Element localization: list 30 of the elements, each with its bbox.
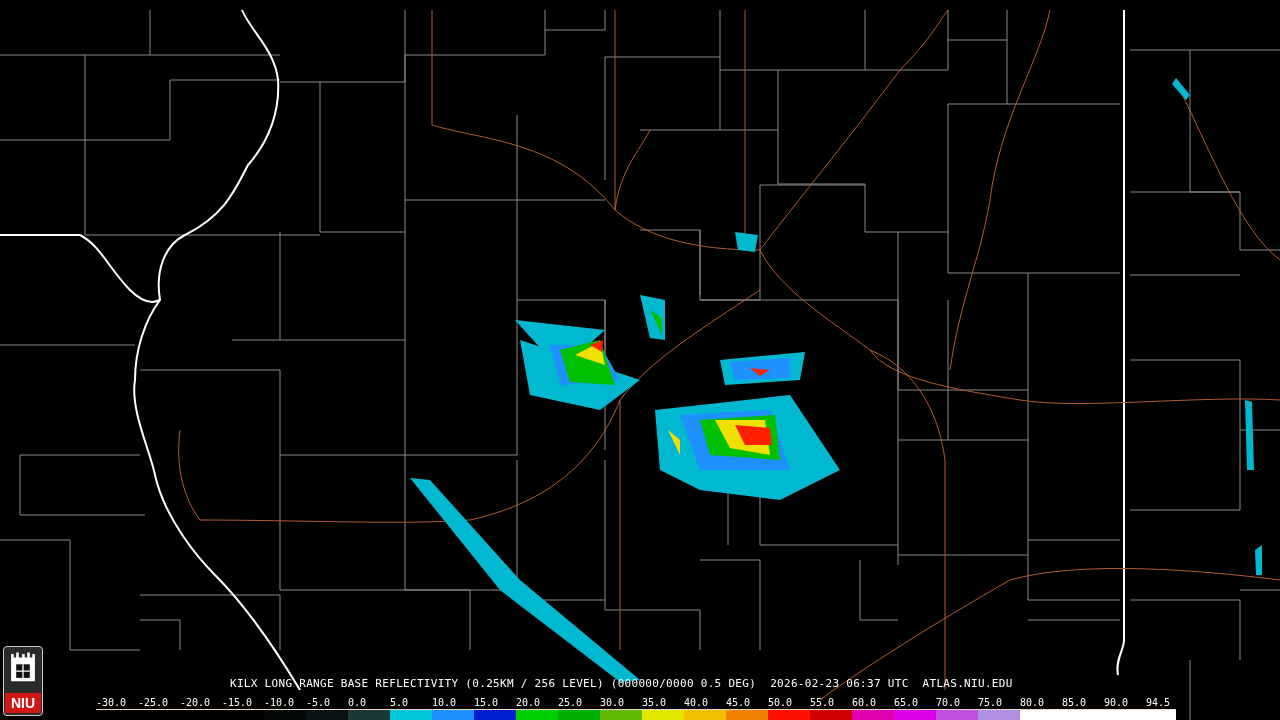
legend-label: 20.0 bbox=[516, 696, 542, 709]
product-title: KILX LONG RANGE BASE REFLECTIVITY (0.25KM / 256 LEVEL) (000000/0000 0.5 DEG) bbox=[230, 677, 757, 691]
legend-label: 30.0 bbox=[600, 696, 626, 709]
legend-label: 0.0 bbox=[348, 696, 368, 709]
legend-label: 50.0 bbox=[768, 696, 794, 709]
legend-label: 40.0 bbox=[684, 696, 710, 709]
legend-label: -30.0 bbox=[96, 696, 128, 709]
legend-label: 85.0 bbox=[1062, 696, 1088, 709]
legend-label: 65.0 bbox=[894, 696, 920, 709]
legend-label: 35.0 bbox=[642, 696, 668, 709]
site-url: ATLAS.NIU.EDU bbox=[922, 677, 1013, 691]
legend-label: 60.0 bbox=[852, 696, 878, 709]
timestamp: 2026-02-23 06:37 UTC bbox=[770, 677, 909, 691]
legend-label: 25.0 bbox=[558, 696, 584, 709]
legend-label: 45.0 bbox=[726, 696, 752, 709]
legend-label: 90.0 bbox=[1104, 696, 1130, 709]
logo-text: NIU bbox=[5, 693, 41, 713]
legend-label: 75.0 bbox=[978, 696, 1004, 709]
legend-label: -5.0 bbox=[306, 696, 332, 709]
legend-label: 70.0 bbox=[936, 696, 962, 709]
legend-label: 80.0 bbox=[1020, 696, 1046, 709]
legend-label: -15.0 bbox=[222, 696, 254, 709]
legend-label: 15.0 bbox=[474, 696, 500, 709]
legend-label: 10.0 bbox=[432, 696, 458, 709]
legend-label: -10.0 bbox=[264, 696, 296, 709]
legend-label: -20.0 bbox=[180, 696, 212, 709]
legend-label: 5.0 bbox=[390, 696, 410, 709]
legend-label: 55.0 bbox=[810, 696, 836, 709]
legend-label: -25.0 bbox=[138, 696, 170, 709]
legend-label: 94.5 bbox=[1146, 696, 1172, 709]
